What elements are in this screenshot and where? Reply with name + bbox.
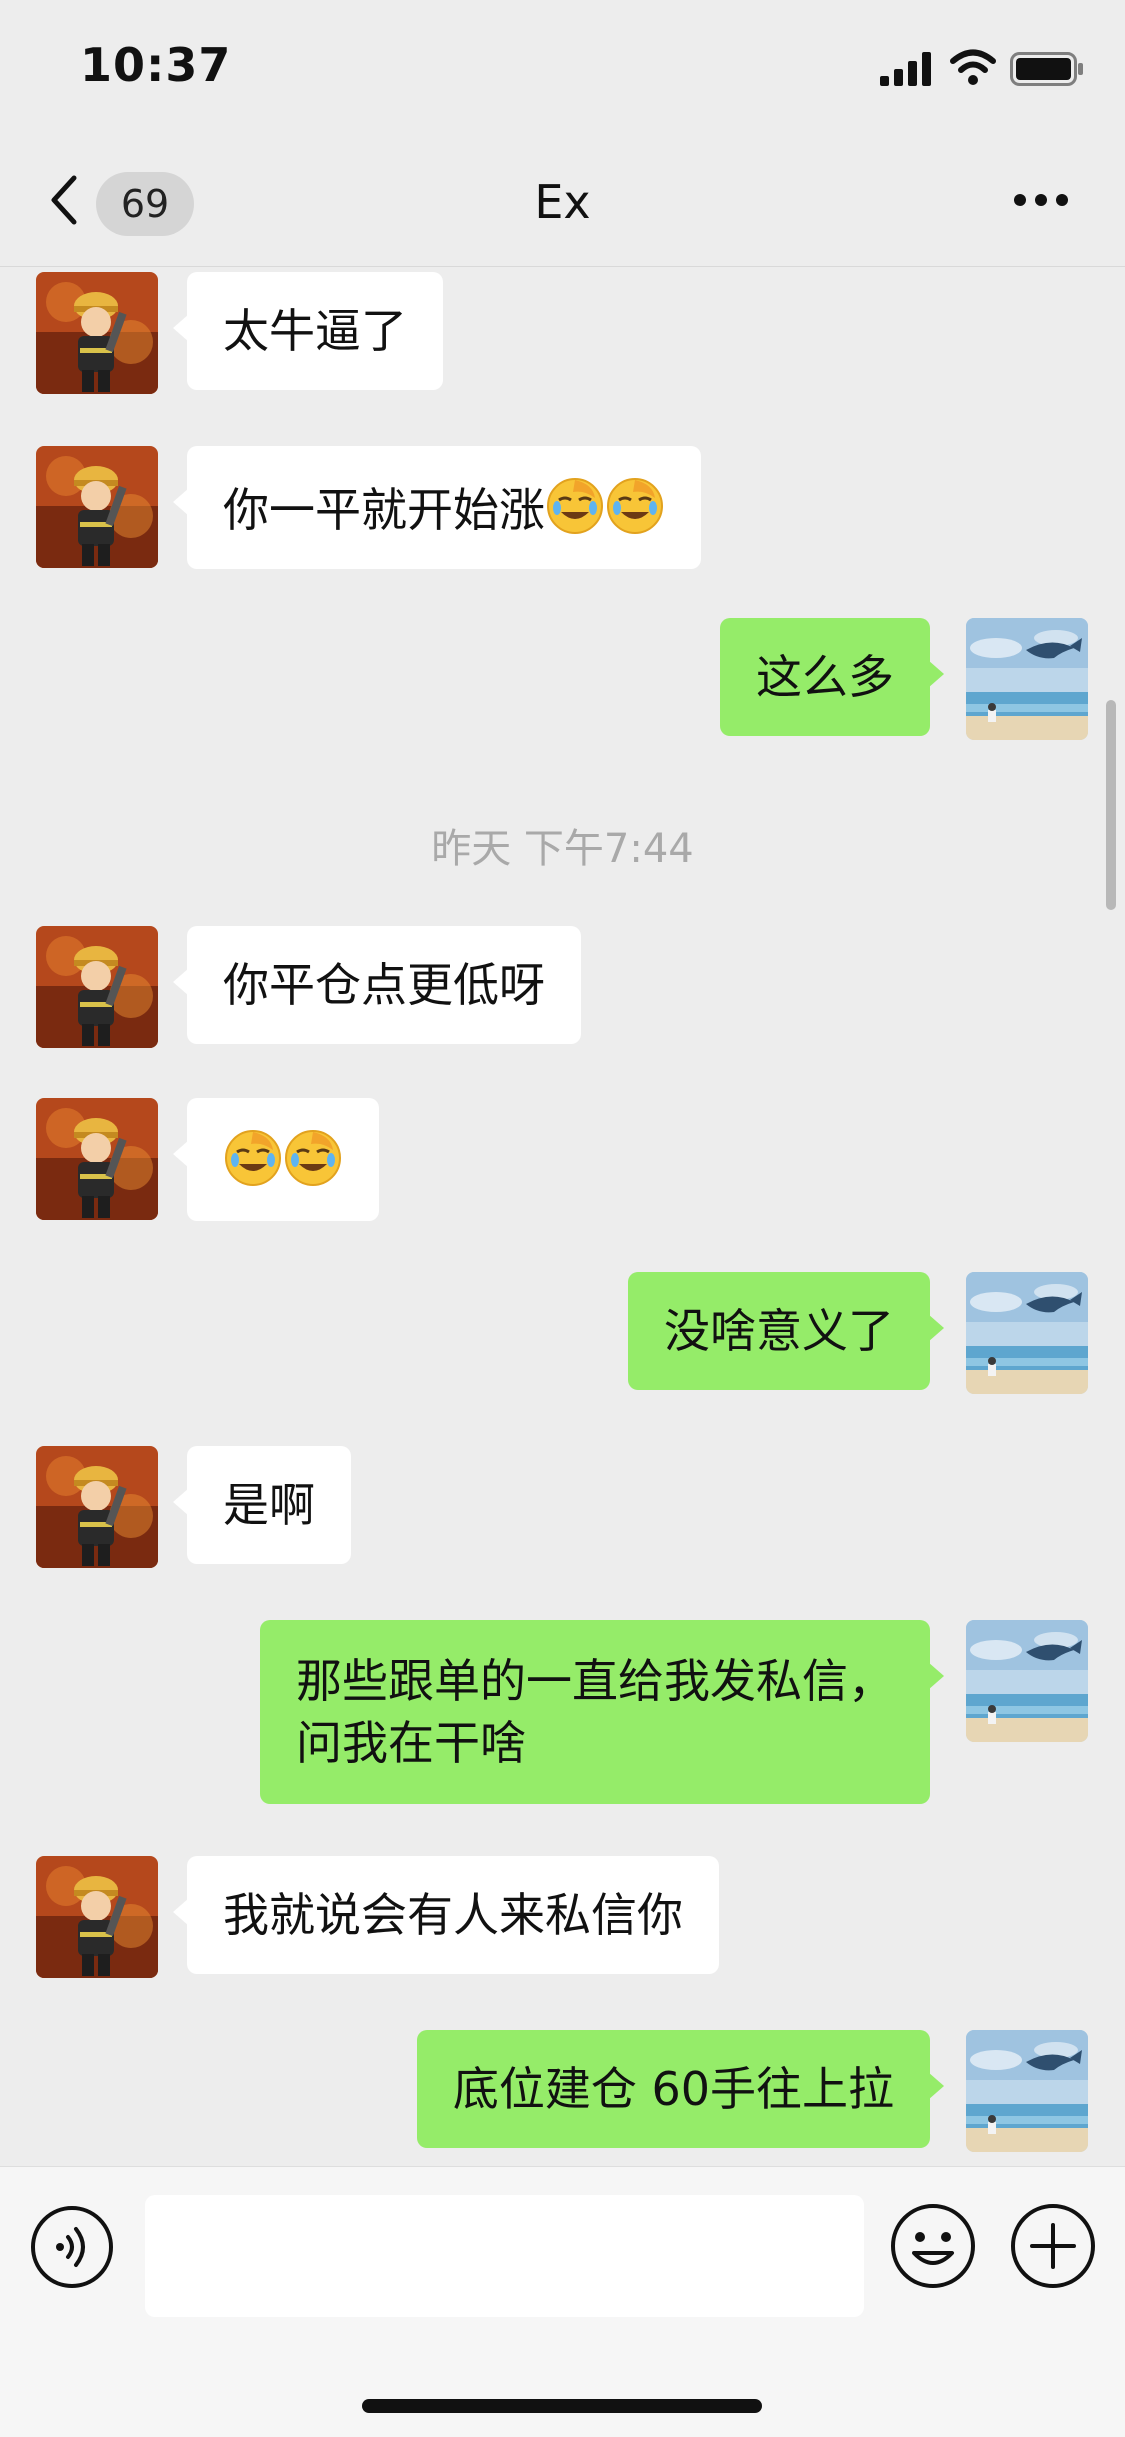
chat-header: 69 Ex: [0, 140, 1125, 267]
voice-icon[interactable]: [30, 2205, 114, 2289]
input-bar: [0, 2166, 1125, 2437]
status-time: 10:37: [80, 38, 232, 92]
message-bubble-incoming[interactable]: 太牛逼了: [173, 272, 443, 390]
message-bubble-incoming[interactable]: 是啊: [173, 1446, 351, 1564]
home-indicator[interactable]: [362, 2399, 762, 2413]
my-avatar[interactable]: [966, 1272, 1088, 1394]
smiley-icon[interactable]: [890, 2203, 976, 2289]
contact-avatar[interactable]: [36, 446, 158, 568]
message-timestamp: 昨天 下午7:44: [431, 826, 694, 872]
ellipsis-icon[interactable]: [1012, 190, 1070, 210]
scrollbar[interactable]: [1106, 700, 1116, 910]
contact-avatar[interactable]: [36, 272, 158, 394]
chat-title: Ex: [534, 175, 591, 229]
wifi-icon: [950, 49, 996, 85]
message-list[interactable]: 太牛逼了 你一平就开始涨 这么多 昨天 下午7:44 你平仓点更低呀 没啥意义了…: [0, 266, 1125, 2166]
message-bubble-outgoing[interactable]: 底位建仓 60手往上拉: [416, 2030, 945, 2148]
message-bubble-incoming[interactable]: 你一平就开始涨: [173, 446, 701, 569]
message-bubble-incoming[interactable]: [173, 1098, 379, 1221]
message-bubble-outgoing[interactable]: 没啥意义了: [628, 1272, 944, 1390]
message-input[interactable]: [145, 2195, 864, 2317]
facepalm-laugh-emoji-icon: [545, 476, 605, 536]
facepalm-laugh-emoji-icon: [283, 1128, 343, 1188]
cellular-signal-icon: [880, 52, 931, 86]
facepalm-laugh-emoji-icon: [223, 1128, 283, 1188]
contact-avatar[interactable]: [36, 926, 158, 1048]
battery-icon: [1010, 52, 1083, 86]
facepalm-laugh-emoji-icon: [605, 476, 665, 536]
message-bubble-incoming[interactable]: 你平仓点更低呀: [173, 926, 581, 1044]
plus-icon[interactable]: [1010, 2203, 1096, 2289]
my-avatar[interactable]: [966, 2030, 1088, 2152]
message-bubble-outgoing[interactable]: 这么多: [720, 618, 944, 736]
my-avatar[interactable]: [966, 618, 1088, 740]
contact-avatar[interactable]: [36, 1098, 158, 1220]
my-avatar[interactable]: [966, 1620, 1088, 1742]
message-bubble-outgoing[interactable]: 那些跟单的一直给我发私信， 问我在干啥: [260, 1620, 944, 1804]
message-bubble-incoming[interactable]: 我就说会有人来私信你: [173, 1856, 719, 1974]
contact-avatar[interactable]: [36, 1446, 158, 1568]
message-text: 你一平就开始涨: [223, 483, 545, 537]
contact-avatar[interactable]: [36, 1856, 158, 1978]
status-bar: 10:37: [0, 0, 1125, 140]
